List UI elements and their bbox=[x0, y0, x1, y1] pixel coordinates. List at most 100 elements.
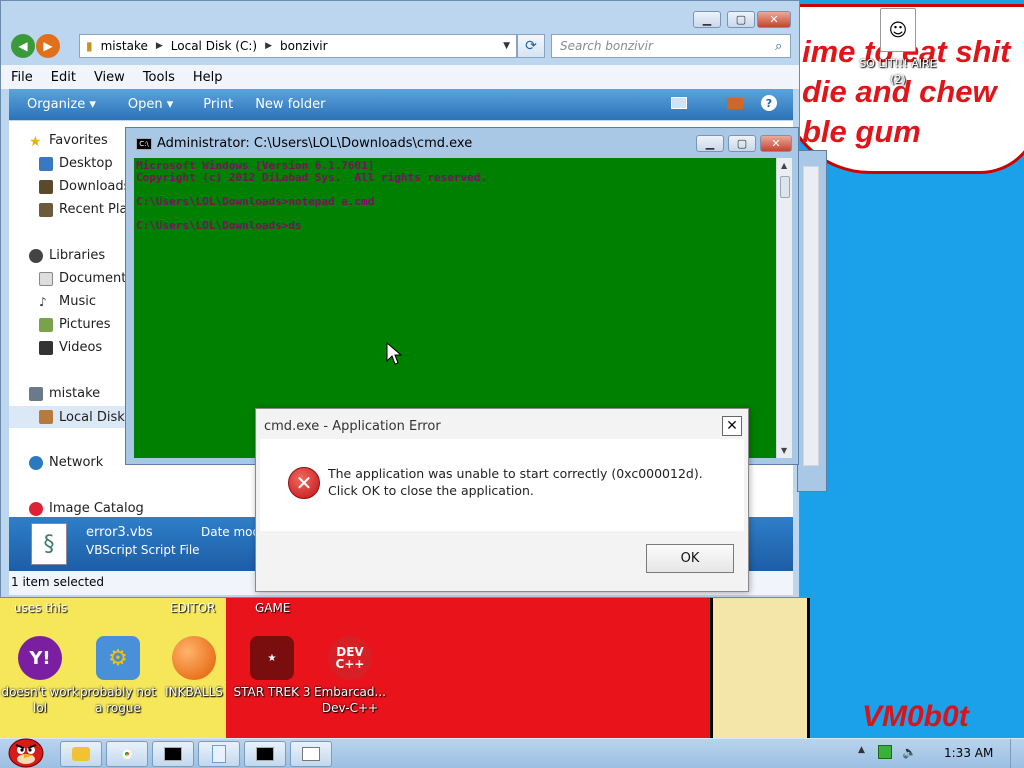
computer-icon bbox=[29, 386, 43, 401]
nav-downloads[interactable]: Downloads bbox=[39, 179, 130, 194]
cmd-scrollbar[interactable]: ▲ ▼ bbox=[776, 158, 792, 458]
nav-pictures[interactable]: Pictures bbox=[39, 317, 110, 332]
wallpaper-signature: VM0b0t bbox=[862, 700, 969, 733]
print-button[interactable]: Print bbox=[203, 97, 233, 112]
organize-button[interactable]: Organize ▾ bbox=[27, 97, 96, 112]
chrome-icon bbox=[119, 746, 135, 762]
taskbar-chrome[interactable] bbox=[106, 741, 148, 767]
menu-view[interactable]: View bbox=[94, 70, 125, 85]
window-icon bbox=[302, 747, 320, 761]
refresh-button[interactable]: ⟳ bbox=[517, 34, 545, 58]
breadcrumb-local-disk[interactable]: Local Disk (C:) bbox=[171, 39, 257, 53]
documents-icon bbox=[39, 271, 53, 286]
help-icon[interactable]: ? bbox=[761, 95, 777, 111]
nav-favorites[interactable]: ★ Favorites bbox=[29, 133, 108, 150]
view-options-icon[interactable] bbox=[671, 97, 687, 109]
desktop-icon-yahoo[interactable]: Y! doesn't work lol bbox=[0, 636, 80, 716]
preview-pane-icon[interactable] bbox=[727, 98, 743, 109]
desktop-icon-star-trek[interactable]: ★ STAR TREK 3 bbox=[232, 636, 312, 700]
videos-icon bbox=[39, 340, 53, 355]
network-tray-icon[interactable] bbox=[878, 745, 892, 759]
music-icon: ♪ bbox=[39, 294, 47, 309]
nav-videos[interactable]: Videos bbox=[39, 340, 102, 355]
back-arrow-icon[interactable]: ◀ bbox=[11, 34, 35, 58]
menu-tools[interactable]: Tools bbox=[143, 70, 175, 85]
nav-music[interactable]: ♪ Music bbox=[39, 294, 96, 309]
menu-bar: File Edit View Tools Help bbox=[1, 65, 799, 89]
dialog-body: ✕ The application was unable to start co… bbox=[260, 439, 744, 531]
desktop-icon-inkballs[interactable]: INKBALLS bbox=[154, 636, 234, 700]
image-catalog-icon bbox=[29, 501, 43, 516]
scrollbar[interactable] bbox=[803, 166, 819, 466]
nav-image-catalog[interactable]: Image Catalog bbox=[29, 501, 144, 516]
folder-icon: ▮ bbox=[86, 39, 93, 53]
new-folder-button[interactable]: New folder bbox=[255, 97, 325, 112]
details-date-label: Date mod bbox=[201, 525, 261, 539]
chevron-down-icon[interactable]: ▼ bbox=[503, 41, 510, 51]
volume-icon[interactable]: 🔈 bbox=[902, 745, 917, 759]
desktop-icon-label: doesn't work lol bbox=[1, 685, 79, 715]
star-icon: ★ bbox=[29, 133, 42, 150]
wallpaper-text-line3: ble gum bbox=[802, 114, 921, 149]
details-filetype: VBScript Script File bbox=[86, 543, 200, 557]
menu-edit[interactable]: Edit bbox=[51, 70, 76, 85]
ok-button[interactable]: OK bbox=[646, 544, 734, 573]
nav-mistake[interactable]: mistake bbox=[29, 386, 100, 401]
desktop-icon-rogue[interactable]: ⚙ probably not a rogue bbox=[78, 636, 158, 716]
cmd-close-button[interactable]: ✕ bbox=[760, 135, 792, 152]
taskbar-cmd-2[interactable] bbox=[244, 741, 286, 767]
system-tray: ▲ 🔈 bbox=[858, 745, 926, 759]
desktop-icon-so-lit[interactable]: ☺ SO LIT!!! AIRE (2) bbox=[858, 8, 938, 88]
taskbar-error-dialog[interactable] bbox=[290, 741, 332, 767]
address-bar[interactable]: ▮ mistake ▶ Local Disk (C:) ▶ bonzivir ▼ bbox=[79, 34, 517, 58]
desktop-icon-label: SO LIT!!! AIRE (2) bbox=[859, 57, 937, 86]
nav-label: Videos bbox=[59, 340, 103, 355]
console-line: C:\Users\LOL\Downloads>ds bbox=[136, 219, 302, 232]
taskbar-explorer[interactable] bbox=[60, 741, 102, 767]
scroll-thumb[interactable] bbox=[780, 176, 790, 198]
scroll-up-icon[interactable]: ▲ bbox=[781, 161, 787, 170]
maximize-button[interactable]: ▢ bbox=[727, 11, 755, 28]
menu-help[interactable]: Help bbox=[193, 70, 223, 85]
nav-label: Libraries bbox=[49, 248, 106, 263]
libraries-icon bbox=[29, 248, 43, 263]
nav-desktop[interactable]: Desktop bbox=[39, 156, 113, 171]
desktop-icon-devcpp[interactable]: DEV C++ Embarcad... Dev-C++ bbox=[310, 636, 390, 716]
chevron-right-icon: ▶ bbox=[265, 41, 272, 51]
cmd-minimize-button[interactable]: ▁ bbox=[696, 135, 724, 152]
nav-recent-places[interactable]: Recent Plac bbox=[39, 202, 135, 217]
dialog-close-button[interactable]: ✕ bbox=[722, 416, 742, 436]
taskbar-notepad[interactable] bbox=[198, 741, 240, 767]
scroll-down-icon[interactable]: ▼ bbox=[781, 446, 787, 455]
file-icon: ☺ bbox=[880, 8, 916, 52]
wallpaper-label-editor: EDITOR bbox=[170, 601, 216, 615]
explorer-titlebar: ▁ ▢ ✕ bbox=[1, 1, 799, 31]
folder-icon bbox=[72, 747, 90, 761]
recent-places-icon bbox=[39, 202, 53, 217]
nav-label: mistake bbox=[49, 386, 101, 401]
taskbar-cmd-1[interactable] bbox=[152, 741, 194, 767]
menu-file[interactable]: File bbox=[11, 70, 33, 85]
wallpaper-beige-block bbox=[710, 598, 810, 738]
start-button[interactable] bbox=[4, 733, 48, 768]
search-icon[interactable]: ⌕ bbox=[775, 39, 782, 54]
forward-arrow-icon[interactable]: ▶ bbox=[36, 34, 60, 58]
breadcrumb-bonzivir[interactable]: bonzivir bbox=[280, 39, 328, 53]
drive-icon bbox=[39, 410, 53, 424]
breadcrumb-mistake[interactable]: mistake bbox=[101, 39, 148, 53]
search-input[interactable]: Search bonzivir bbox=[551, 34, 791, 58]
open-button[interactable]: Open ▾ bbox=[128, 97, 173, 112]
nav-libraries[interactable]: Libraries bbox=[29, 248, 105, 263]
minimize-button[interactable]: ▁ bbox=[693, 11, 721, 28]
nav-network[interactable]: Network bbox=[29, 455, 103, 470]
show-hidden-icons-icon[interactable]: ▲ bbox=[858, 745, 868, 759]
nav-documents[interactable]: Documents bbox=[39, 271, 133, 286]
console-line: C:\Users\LOL\Downloads>notepad a.cmd bbox=[136, 195, 375, 208]
taskbar-clock[interactable]: 1:33 AM bbox=[944, 746, 993, 760]
cmd-maximize-button[interactable]: ▢ bbox=[728, 135, 756, 152]
nav-label: Documents bbox=[59, 271, 134, 286]
close-button[interactable]: ✕ bbox=[757, 11, 791, 28]
show-desktop-button[interactable] bbox=[1010, 739, 1024, 768]
desktop-icon-label: Embarcad... Dev-C++ bbox=[314, 685, 386, 715]
taskbar: ▲ 🔈 1:33 AM bbox=[0, 738, 1024, 768]
